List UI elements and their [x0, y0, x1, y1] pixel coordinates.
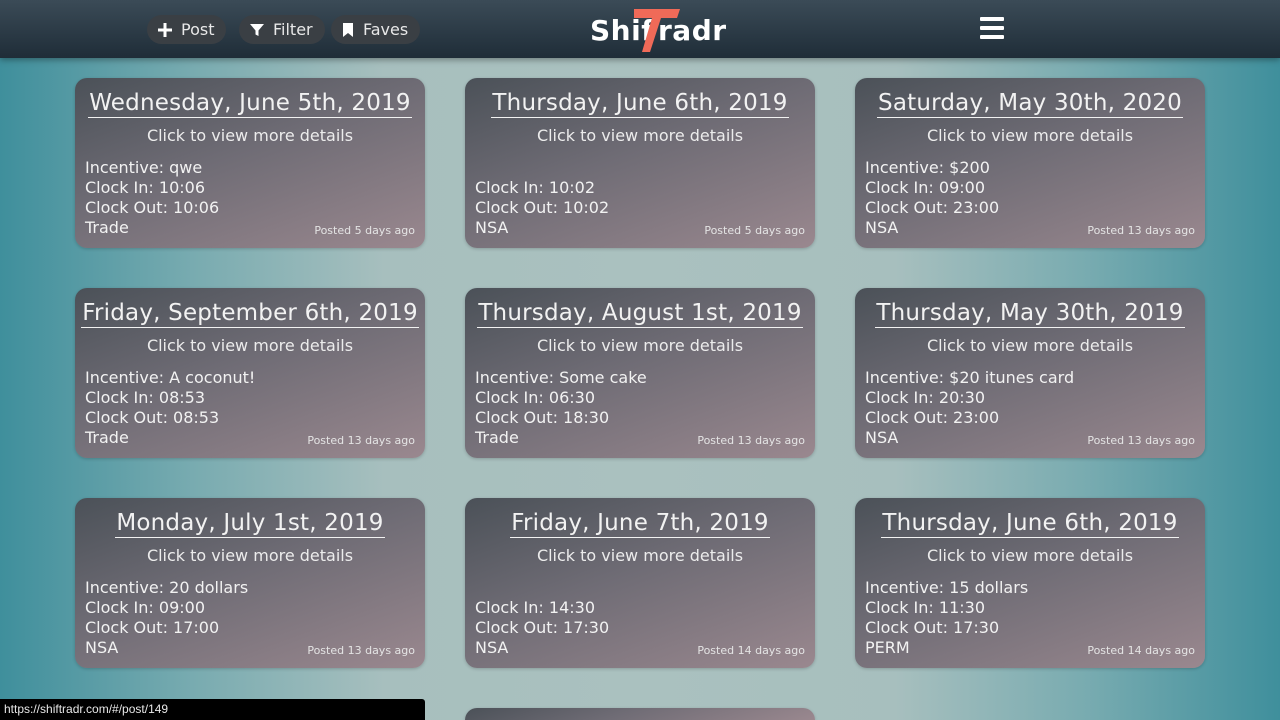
- shift-card[interactable]: Thursday, May 30th, 2019 Click to view m…: [855, 288, 1205, 458]
- shift-date: Saturday, May 30th, 2020: [877, 90, 1183, 118]
- shift-date: Monday, July 1st, 2019: [115, 510, 385, 538]
- posted-time: Posted 5 days ago: [314, 224, 415, 237]
- posted-time: Posted 5 days ago: [704, 224, 805, 237]
- shift-card[interactable]: Friday, June 7th, 2019 Click to view mor…: [465, 498, 815, 668]
- shift-type: NSA: [865, 428, 899, 447]
- filter-icon: [250, 23, 264, 36]
- shift-date: Thursday, May 30th, 2019: [875, 300, 1185, 328]
- incentive: Incentive: Some cake: [475, 368, 647, 387]
- shift-card[interactable]: Thursday, August 1st, 2019 Click to view…: [465, 288, 815, 458]
- clock-out: Clock Out: 23:00: [865, 198, 1000, 217]
- clock-out: Clock Out: 17:30: [475, 618, 610, 637]
- incentive: Incentive: 20 dollars: [85, 578, 249, 597]
- incentive: Incentive: qwe: [85, 158, 203, 177]
- clock-out: Clock Out: 08:53: [85, 408, 220, 427]
- shift-card[interactable]: Friday, September 6th, 2019 Click to vie…: [75, 288, 425, 458]
- bookmark-icon: [343, 22, 353, 37]
- clock-in: Clock In: 20:30: [865, 388, 985, 407]
- posted-time: Posted 14 days ago: [697, 644, 805, 657]
- shift-type: NSA: [475, 218, 509, 237]
- view-details-hint: Click to view more details: [926, 126, 1134, 145]
- posted-time: Posted 13 days ago: [1087, 434, 1195, 447]
- shift-card-partial[interactable]: [465, 708, 815, 720]
- shift-type: Trade: [475, 428, 519, 447]
- clock-out: Clock Out: 10:06: [85, 198, 220, 217]
- view-details-hint: Click to view more details: [926, 546, 1134, 565]
- shift-card[interactable]: Monday, July 1st, 2019 Click to view mor…: [75, 498, 425, 668]
- shift-date: Thursday, June 6th, 2019: [881, 510, 1179, 538]
- post-button[interactable]: Post: [147, 15, 227, 44]
- shift-date: Thursday, August 1st, 2019: [477, 300, 803, 328]
- shift-type: PERM: [865, 638, 910, 657]
- clock-out: Clock Out: 10:02: [475, 198, 610, 217]
- view-details-hint: Click to view more details: [926, 336, 1134, 355]
- shift-type: NSA: [475, 638, 509, 657]
- shift-date: Friday, June 7th, 2019: [510, 510, 770, 538]
- shift-date: Thursday, June 6th, 2019: [491, 90, 789, 118]
- shift-type: NSA: [865, 218, 899, 237]
- view-details-hint: Click to view more details: [536, 126, 744, 145]
- view-details-hint: Click to view more details: [536, 336, 744, 355]
- clock-in: Clock In: 14:30: [475, 598, 595, 617]
- clock-out: Clock Out: 18:30: [475, 408, 610, 427]
- posted-time: Posted 13 days ago: [307, 644, 415, 657]
- shift-date: Wednesday, June 5th, 2019: [88, 90, 412, 118]
- view-details-hint: Click to view more details: [536, 546, 744, 565]
- hamburger-menu-icon[interactable]: [980, 17, 1004, 39]
- shift-card[interactable]: Thursday, June 6th, 2019 Click to view m…: [855, 498, 1205, 668]
- clock-out: Clock Out: 17:00: [85, 618, 220, 637]
- clock-in: Clock In: 09:00: [865, 178, 985, 197]
- clock-in: Clock In: 10:02: [475, 178, 595, 197]
- clock-in: Clock In: 08:53: [85, 388, 205, 407]
- incentive: Incentive: $20 itunes card: [865, 368, 1075, 387]
- clock-in: Clock In: 06:30: [475, 388, 595, 407]
- incentive: Incentive: A coconut!: [85, 368, 256, 387]
- incentive: Incentive: 15 dollars: [865, 578, 1029, 597]
- view-details-hint: Click to view more details: [146, 336, 354, 355]
- shift-card[interactable]: Thursday, June 6th, 2019 Click to view m…: [465, 78, 815, 248]
- faves-button[interactable]: Faves: [331, 15, 421, 44]
- posted-time: Posted 13 days ago: [1087, 224, 1195, 237]
- faves-button-label: Faves: [363, 20, 409, 39]
- posted-time: Posted 14 days ago: [1087, 644, 1195, 657]
- shift-type: NSA: [85, 638, 119, 657]
- shift-card[interactable]: Wednesday, June 5th, 2019 Click to view …: [75, 78, 425, 248]
- clock-in: Clock In: 09:00: [85, 598, 205, 617]
- clock-in: Clock In: 10:06: [85, 178, 205, 197]
- shift-card[interactable]: Saturday, May 30th, 2020 Click to view m…: [855, 78, 1205, 248]
- clock-out: Clock Out: 23:00: [865, 408, 1000, 427]
- incentive: Incentive: $200: [865, 158, 990, 177]
- shift-type: Trade: [85, 218, 129, 237]
- post-button-label: Post: [181, 20, 215, 39]
- logo-text-radr: radr: [658, 14, 727, 47]
- clock-in: Clock In: 11:30: [865, 598, 985, 617]
- top-navbar: Post Filter Faves Shif radr: [0, 0, 1280, 58]
- clock-out: Clock Out: 17:30: [865, 618, 1000, 637]
- view-details-hint: Click to view more details: [146, 546, 354, 565]
- shift-date: Friday, September 6th, 2019: [81, 300, 419, 328]
- shift-type: Trade: [85, 428, 129, 447]
- view-details-hint: Click to view more details: [146, 126, 354, 145]
- link-status-bar: https://shiftradr.com/#/post/149: [0, 699, 425, 720]
- filter-button[interactable]: Filter: [239, 15, 325, 44]
- shiftradr-logo[interactable]: Shif radr: [588, 6, 728, 52]
- posted-time: Posted 13 days ago: [697, 434, 805, 447]
- posted-time: Posted 13 days ago: [307, 434, 415, 447]
- plus-icon: [158, 22, 172, 37]
- filter-button-label: Filter: [273, 20, 313, 39]
